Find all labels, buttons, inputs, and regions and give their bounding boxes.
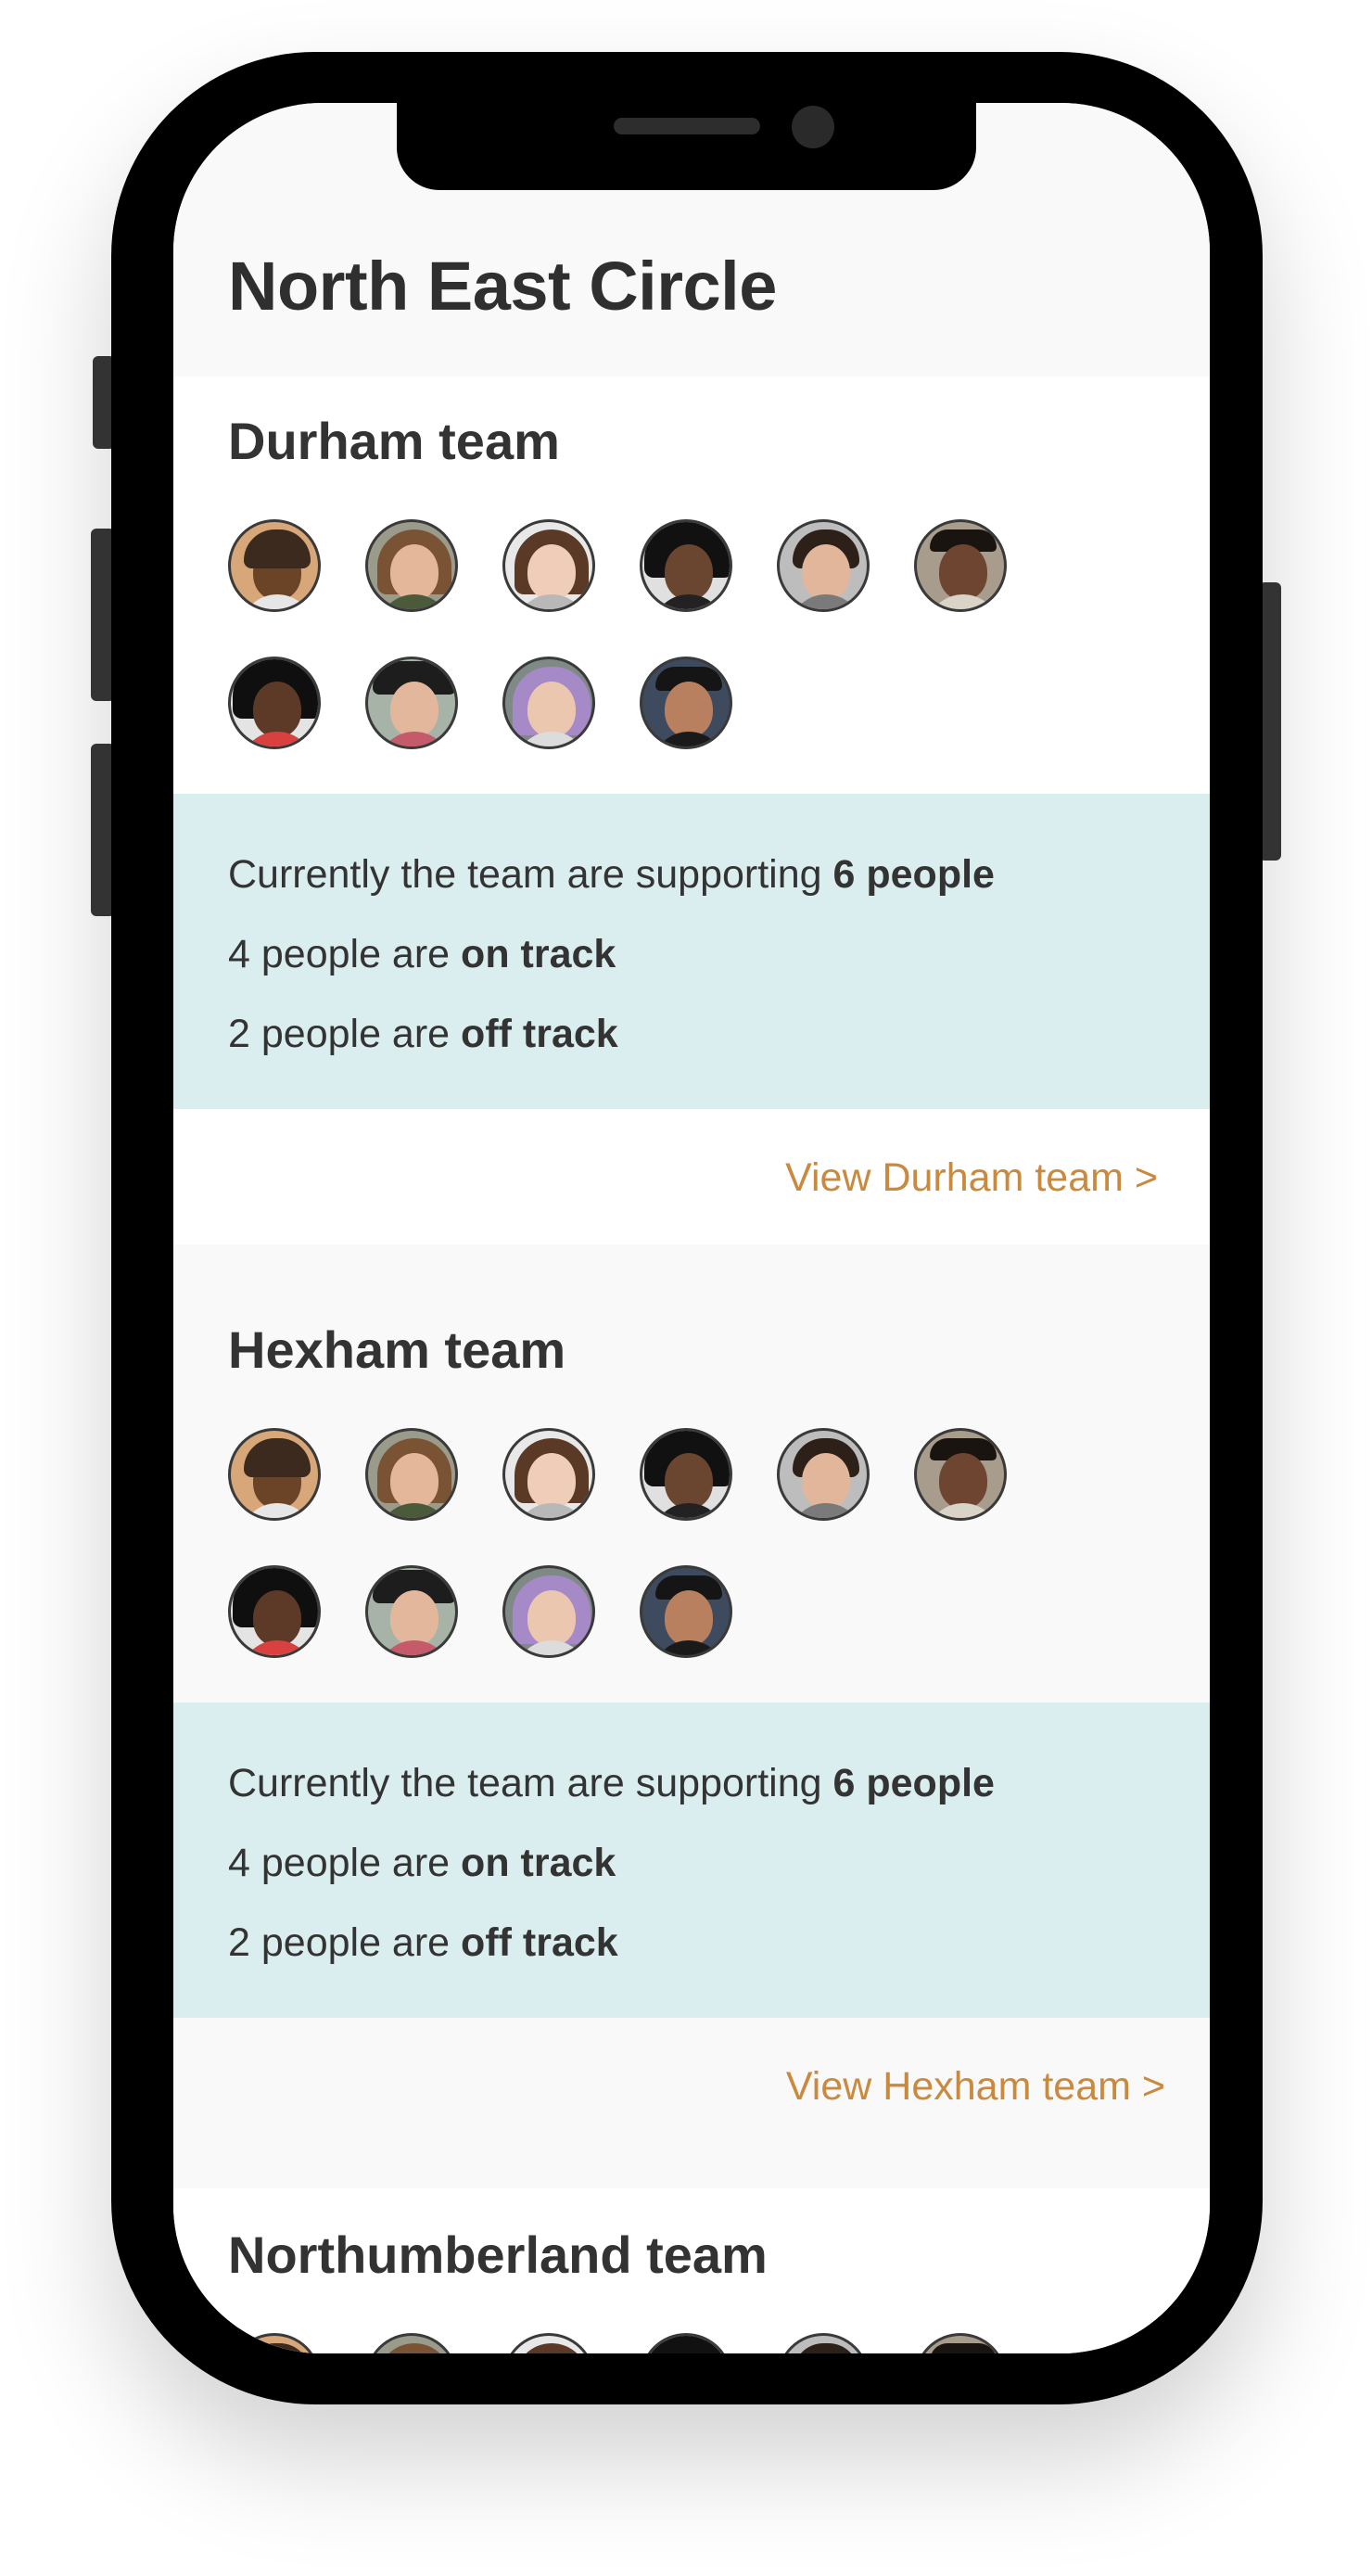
avatar[interactable] [502, 657, 595, 749]
off-track-label: 2 people are [228, 1920, 451, 1965]
team-title: Northumberland team [228, 2225, 768, 2284]
team-card-hexham: Hexham team Currently the team are suppo… [173, 1244, 1210, 2188]
on-track-label: 4 people are [228, 932, 451, 976]
off-track-status: off track [461, 1920, 618, 1965]
avatar[interactable] [640, 2333, 732, 2353]
avatar[interactable] [777, 519, 870, 612]
team-stats: Currently the team are supporting 6 peop… [173, 794, 1210, 1109]
team-avatar-list [228, 1428, 1183, 1702]
avatar[interactable] [365, 1565, 458, 1658]
on-track-stat: 4 people are on track [228, 1823, 1210, 1903]
avatar[interactable] [228, 2333, 321, 2353]
team-title: Hexham team [228, 1320, 566, 1379]
avatar[interactable] [502, 2333, 595, 2353]
team-avatar-list [228, 2333, 1183, 2353]
avatar[interactable] [502, 519, 595, 612]
phone-notch [397, 103, 976, 190]
avatar[interactable] [640, 519, 732, 612]
supporting-stat: Currently the team are supporting 6 peop… [228, 835, 1210, 914]
team-title: Durham team [228, 412, 560, 470]
front-camera [792, 106, 834, 148]
view-hexham-team-link[interactable]: View Hexham team > [786, 2064, 1165, 2110]
avatar[interactable] [914, 519, 1007, 612]
avatar[interactable] [502, 1565, 595, 1658]
avatar[interactable] [640, 1428, 732, 1521]
avatar[interactable] [228, 657, 321, 749]
avatar[interactable] [365, 657, 458, 749]
supporting-label: Currently the team are supporting [228, 1761, 822, 1805]
team-card-durham: Durham team Currently the team are suppo… [173, 376, 1210, 1244]
off-track-label: 2 people are [228, 1012, 451, 1056]
avatar[interactable] [777, 2333, 870, 2353]
team-stats: Currently the team are supporting 6 peop… [173, 1702, 1210, 2018]
avatar[interactable] [228, 1565, 321, 1658]
on-track-status: on track [461, 1841, 616, 1885]
team-link-row: View Durham team > [173, 1109, 1210, 1244]
team-members: Northumberland team [173, 2188, 1210, 2353]
off-track-stat: 2 people are off track [228, 1903, 1210, 1983]
avatar[interactable] [228, 519, 321, 612]
avatar[interactable] [365, 2333, 458, 2353]
avatar[interactable] [914, 1428, 1007, 1521]
off-track-stat: 2 people are off track [228, 994, 1210, 1074]
on-track-label: 4 people are [228, 1841, 451, 1885]
team-members: Durham team [173, 376, 1210, 794]
avatar[interactable] [228, 1428, 321, 1521]
view-durham-team-link[interactable]: View Durham team > [785, 1155, 1158, 1201]
page-title: North East Circle [228, 248, 777, 325]
supporting-label: Currently the team are supporting [228, 852, 822, 897]
avatar[interactable] [777, 1428, 870, 1521]
avatar[interactable] [365, 1428, 458, 1521]
avatar[interactable] [640, 1565, 732, 1658]
team-avatar-list [228, 519, 1183, 794]
on-track-stat: 4 people are on track [228, 914, 1210, 994]
off-track-status: off track [461, 1012, 618, 1056]
team-members: Hexham team [173, 1244, 1210, 1702]
team-link-row: View Hexham team > [173, 2018, 1210, 2188]
supporting-count: 6 people [832, 852, 995, 897]
speaker-grille [614, 118, 760, 134]
team-card-northumberland: Northumberland team [173, 2188, 1210, 2353]
avatar[interactable] [502, 1428, 595, 1521]
avatar[interactable] [640, 657, 732, 749]
on-track-status: on track [461, 932, 616, 976]
avatar[interactable] [914, 2333, 1007, 2353]
phone-screen: North East Circle Durham team Currently … [173, 103, 1210, 2353]
avatar[interactable] [365, 519, 458, 612]
supporting-stat: Currently the team are supporting 6 peop… [228, 1743, 1210, 1823]
supporting-count: 6 people [832, 1761, 995, 1805]
